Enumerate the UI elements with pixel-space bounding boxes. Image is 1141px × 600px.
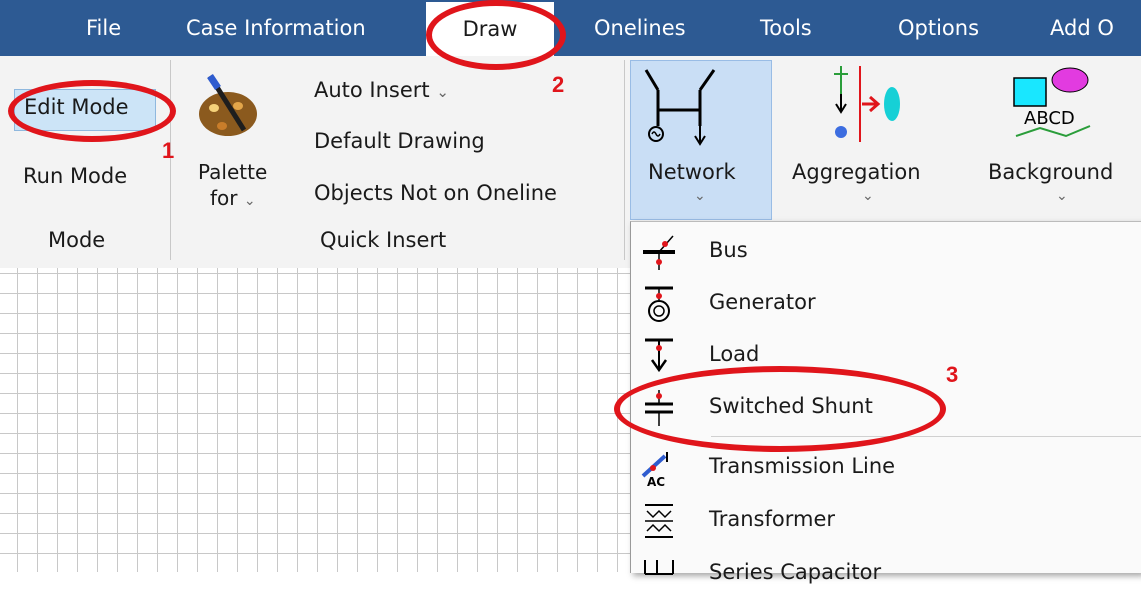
bus-label: Bus (709, 238, 748, 262)
annotation-ellipse-draw (426, 0, 566, 70)
transmission-line-icon: AC (641, 452, 668, 488)
ribbon-separator (624, 60, 625, 260)
abcd-text: ABCD (1024, 108, 1075, 129)
palette-for-label: for (210, 186, 238, 210)
series-capacitor-icon (644, 560, 674, 575)
load-label: Load (709, 342, 760, 366)
ac-text: AC (647, 475, 665, 488)
palette-icon[interactable] (196, 72, 260, 142)
transmission-line-label: Transmission Line (709, 454, 896, 478)
auto-insert-button[interactable]: Auto Insert ⌄ (314, 78, 449, 102)
generator-label: Generator (709, 290, 816, 314)
quick-insert-group-label: Quick Insert (320, 228, 447, 252)
menu-bar: File Case Information Draw Onelines Tool… (0, 0, 1141, 56)
menu-case-information[interactable]: Case Information (186, 0, 366, 56)
chevron-down-icon: ⌄ (862, 188, 874, 204)
transformer-icon (645, 504, 673, 538)
dropdown-item-bus[interactable]: Bus (631, 226, 1141, 278)
palette-label: Palette (198, 160, 268, 184)
objects-not-on-oneline-button[interactable]: Objects Not on Oneline (314, 181, 557, 205)
aggregation-button[interactable]: Aggregation (792, 160, 921, 184)
default-drawing-button[interactable]: Default Drawing (314, 129, 485, 153)
bus-icon (643, 235, 675, 270)
annotation-ellipse-switched-shunt (614, 366, 946, 452)
palette-for-dropdown[interactable]: for ⌄ (210, 186, 256, 210)
transformer-label: Transformer (709, 507, 836, 531)
menu-add-ons[interactable]: Add O (1050, 0, 1114, 56)
dropdown-item-series-capacitor[interactable]: Series Capacitor (631, 548, 1141, 600)
load-icon (645, 338, 673, 373)
annotation-step-1: 1 (162, 138, 175, 163)
menu-onelines[interactable]: Onelines (594, 0, 686, 56)
background-icon[interactable]: ABCD (1010, 64, 1106, 146)
chevron-down-icon: ⌄ (243, 193, 256, 209)
network-label: Network (648, 160, 736, 184)
menu-options[interactable]: Options (898, 0, 979, 56)
chevron-down-icon: ⌄ (436, 83, 449, 101)
run-mode-button[interactable]: Run Mode (23, 164, 127, 188)
menu-file[interactable]: File (86, 0, 121, 56)
dropdown-item-transmission-line[interactable]: AC Transmission Line (631, 442, 1141, 494)
generator-icon (645, 286, 673, 322)
network-icon (644, 69, 716, 146)
series-capacitor-label: Series Capacitor (709, 560, 882, 584)
aggregation-icon[interactable] (826, 64, 910, 144)
annotation-step-2: 2 (552, 72, 565, 97)
dropdown-item-generator[interactable]: Generator (631, 278, 1141, 330)
background-button[interactable]: Background (988, 160, 1113, 184)
dropdown-item-transformer[interactable]: Transformer (631, 495, 1141, 547)
chevron-down-icon: ⌄ (694, 188, 706, 204)
chevron-down-icon: ⌄ (1056, 188, 1068, 204)
auto-insert-label: Auto Insert (314, 78, 430, 102)
annotation-ellipse-edit-mode (8, 80, 176, 142)
menu-tools[interactable]: Tools (760, 0, 812, 56)
mode-group-label: Mode (48, 228, 106, 252)
annotation-step-3: 3 (946, 362, 959, 387)
